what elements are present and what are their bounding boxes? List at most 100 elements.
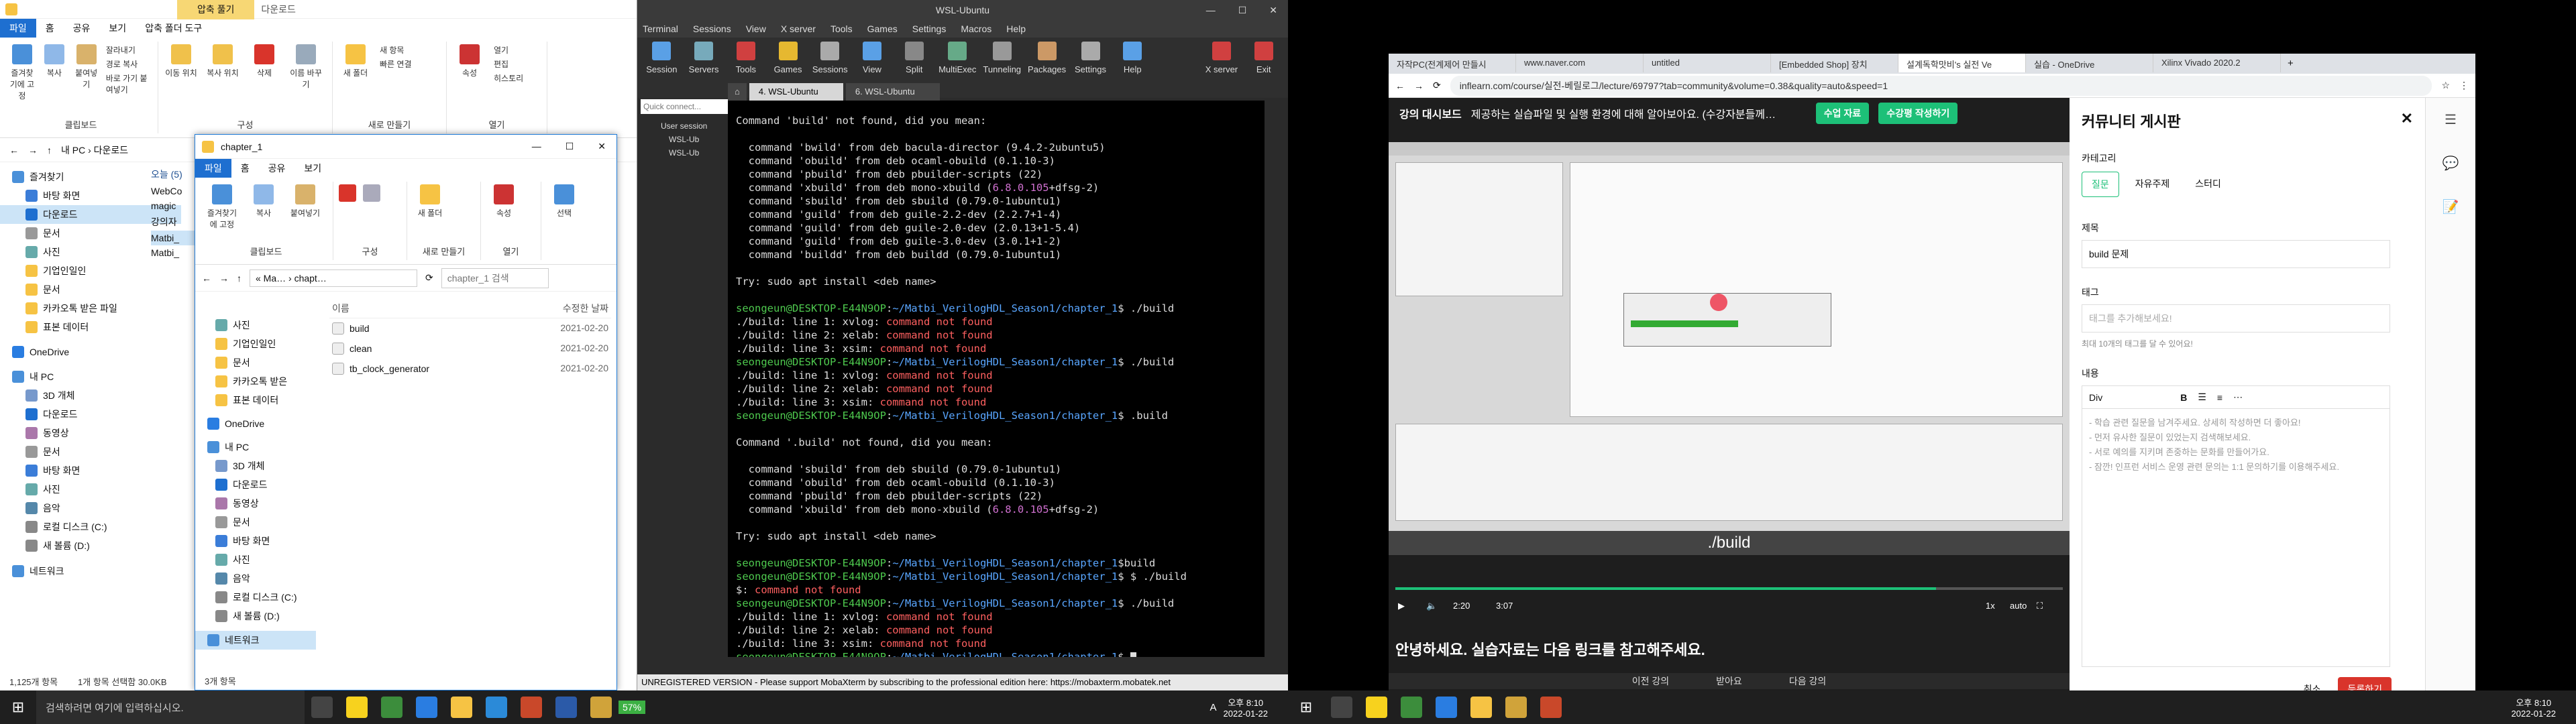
nav-item[interactable]: 문서	[0, 442, 181, 461]
tool-settings[interactable]: Settings	[1073, 42, 1108, 94]
dashboard-link[interactable]: 강의 대시보드	[1399, 105, 1462, 121]
edit-button[interactable]: 편집	[494, 58, 523, 70]
browser-tab[interactable]: [Embedded Shop] 장치	[1771, 54, 1898, 72]
nav-item[interactable]: 네트워크	[0, 562, 181, 581]
nav-item[interactable]: 음악	[195, 569, 316, 588]
url-bar[interactable]: inflearn.com/course/실전-베릴로그/lecture/6979…	[1450, 75, 2432, 96]
nav-item[interactable]: 바탕 화면	[195, 532, 316, 550]
nav-item[interactable]: OneDrive	[0, 343, 181, 361]
history-button[interactable]: 히스토리	[494, 72, 523, 84]
browser-tab[interactable]: www.naver.com	[1516, 54, 1644, 72]
copy-button[interactable]: 복사	[246, 184, 281, 230]
menu-view[interactable]: View	[746, 23, 766, 34]
nav-item[interactable]: 표본 데이터	[0, 318, 181, 337]
edge-icon[interactable]	[416, 697, 437, 718]
session-item[interactable]: WSL-Ub	[641, 133, 728, 146]
cut-button[interactable]: 잘라내기	[106, 44, 152, 56]
properties-button[interactable]: 속성	[452, 44, 487, 84]
category-question[interactable]: 질문	[2082, 172, 2119, 197]
list-icon[interactable]: ☰	[2198, 391, 2206, 403]
table-row[interactable]: build 2021-02-20	[329, 318, 611, 339]
kakaotalk-icon[interactable]	[346, 697, 368, 718]
rename-icon[interactable]	[363, 184, 380, 202]
tool-packages[interactable]: Packages	[1028, 42, 1066, 94]
nav-item[interactable]: 기업인일인	[0, 261, 181, 280]
nav-item[interactable]: 로컬 디스크 (C:)	[195, 588, 316, 607]
menu-icon[interactable]: ⋮	[2459, 80, 2469, 91]
select-button[interactable]: 선택	[547, 184, 582, 219]
word-icon[interactable]	[555, 697, 577, 718]
open-button[interactable]: 열기	[494, 44, 523, 56]
mobaxterm-icon[interactable]	[590, 697, 612, 718]
nav-item[interactable]: 새 볼륨 (D:)	[0, 536, 181, 555]
menu-sessions[interactable]: Sessions	[693, 23, 731, 34]
table-row[interactable]: tb_clock_generator 2021-02-20	[329, 359, 611, 379]
nav-item[interactable]: 3D 개체	[195, 457, 316, 475]
back-arrow-icon[interactable]: ←	[1395, 80, 1405, 91]
forward-arrow-icon[interactable]: →	[1414, 80, 1424, 91]
folder-icon[interactable]	[1470, 697, 1492, 718]
new-tab-icon[interactable]: +	[2281, 54, 2300, 74]
copy-path-button[interactable]: 경로 복사	[106, 58, 152, 70]
list-icon[interactable]: ☰	[2445, 111, 2457, 128]
title-input[interactable]: build 문제	[2082, 240, 2390, 268]
tab-share[interactable]: 공유	[64, 19, 100, 38]
menu-xserver[interactable]: X server	[781, 23, 816, 34]
nav-item[interactable]: 기업인일인	[195, 335, 316, 353]
volume-icon[interactable]: 🔈	[1426, 601, 1437, 611]
minimize-icon[interactable]: —	[532, 141, 541, 152]
windows-start-icon[interactable]: ⊞	[0, 699, 36, 716]
reload-icon[interactable]: ⟳	[1433, 80, 1441, 91]
nav-item[interactable]: OneDrive	[195, 415, 316, 432]
pin-button[interactable]: 즐겨찾기에 고정	[205, 184, 239, 230]
terminal-tab[interactable]: 4. WSL-Ubuntu	[749, 83, 843, 101]
tab-compressed-tools[interactable]: 압축 폴더 도구	[136, 19, 211, 38]
content-editor[interactable]: Div B ☰ ≡ ⋯ - 학습 관련 질문을 남겨주세요. 상세히 작성하면 …	[2082, 385, 2390, 667]
folder-icon[interactable]	[451, 697, 472, 718]
nav-item[interactable]: 새 볼륨 (D:)	[195, 607, 316, 625]
column-name[interactable]: 이름	[332, 302, 350, 315]
category-study[interactable]: 스터디	[2186, 172, 2231, 197]
nav-item[interactable]: 네트워크	[195, 631, 316, 650]
nav-item[interactable]: 표본 데이터	[195, 391, 316, 410]
delete-icon[interactable]	[339, 184, 356, 202]
back-arrow-icon[interactable]: ←	[202, 273, 211, 284]
note-icon[interactable]: 📝	[2443, 198, 2459, 215]
tool-multiexec[interactable]: MultiExec	[938, 42, 976, 94]
paste-button[interactable]: 붙여넣기	[288, 184, 323, 230]
chrome-icon[interactable]	[1401, 697, 1422, 718]
nav-item[interactable]: 음악	[0, 499, 181, 518]
up-arrow-icon[interactable]: ↑	[47, 145, 52, 156]
vscode-icon[interactable]	[486, 697, 507, 718]
list-item[interactable]: magic	[151, 198, 198, 213]
nav-item[interactable]: 내 PC	[0, 367, 181, 386]
minimize-icon[interactable]: —	[1206, 5, 1216, 16]
close-icon[interactable]: ✕	[598, 141, 606, 152]
quality-control[interactable]: auto	[2010, 601, 2027, 611]
menu-terminal[interactable]: Terminal	[643, 23, 678, 34]
bullet-list-icon[interactable]: ≡	[2217, 392, 2222, 403]
new-folder-button[interactable]: 새 폴더	[338, 44, 373, 78]
star-icon[interactable]: ☆	[2441, 80, 2450, 91]
menu-settings[interactable]: Settings	[912, 23, 947, 34]
nav-item[interactable]: 카카오톡 받은	[195, 372, 316, 391]
session-item[interactable]: WSL-Ub	[641, 146, 728, 160]
nav-item[interactable]: 문서	[195, 513, 316, 532]
chrome-icon[interactable]	[381, 697, 402, 718]
browser-tab[interactable]: untitled	[1644, 54, 1771, 72]
browser-tab[interactable]: 자작PC(전계제어 만들시	[1389, 54, 1516, 72]
list-item[interactable]: WebCo	[151, 184, 198, 198]
paste-button[interactable]: 붙여넣기	[74, 44, 99, 101]
list-item[interactable]: Matbi_	[151, 245, 198, 260]
close-icon[interactable]: ✕	[1269, 5, 1277, 16]
search-icon[interactable]	[1331, 697, 1352, 718]
rename-button[interactable]: 이름 바꾸기	[288, 44, 323, 90]
maximize-icon[interactable]: ☐	[1238, 5, 1247, 16]
quick-connect-input[interactable]: Quick connect...	[641, 99, 728, 114]
mobaxterm-icon[interactable]	[1505, 697, 1527, 718]
tab-home[interactable]: 홈	[36, 19, 64, 38]
category-free[interactable]: 자유주제	[2126, 172, 2180, 197]
task-view-icon[interactable]	[311, 697, 333, 718]
tool-help[interactable]: Help	[1115, 42, 1150, 94]
tab-file[interactable]: 파일	[0, 19, 36, 38]
